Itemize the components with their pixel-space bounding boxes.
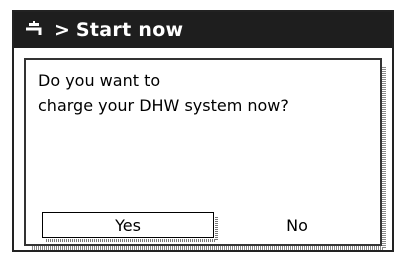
page-title: Start now	[75, 19, 184, 41]
no-button[interactable]: No	[222, 212, 372, 238]
display-screen: > Start now Do you want to charge your D…	[12, 10, 394, 252]
title-bar: > Start now	[14, 12, 392, 48]
yes-button[interactable]: Yes	[42, 212, 218, 242]
breadcrumb-separator: >	[54, 19, 70, 41]
dialog-message: Do you want to charge your DHW system no…	[38, 68, 289, 118]
message-line: charge your DHW system now?	[38, 96, 289, 115]
message-line: Do you want to	[38, 71, 161, 90]
confirm-dialog: Do you want to charge your DHW system no…	[24, 58, 386, 250]
tap-icon	[24, 21, 46, 39]
